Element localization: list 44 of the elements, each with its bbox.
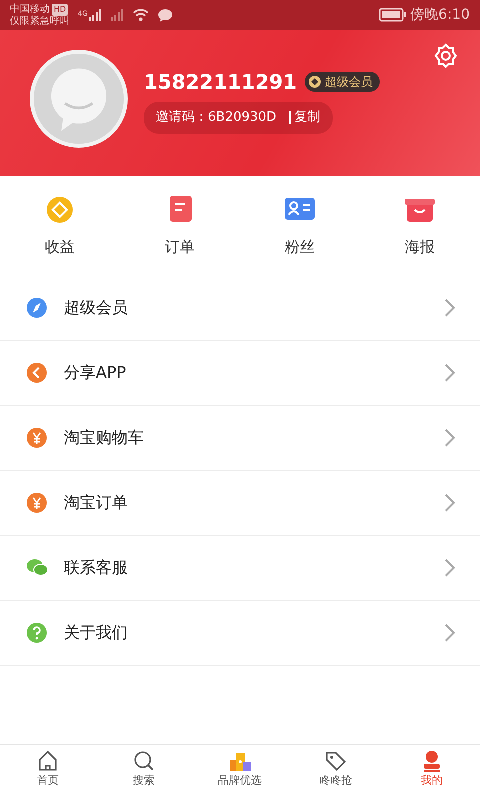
no-signal-icon [110,9,124,21]
menu-item[interactable]: 关于我们 [0,601,480,666]
yen-icon [26,492,50,514]
phone-number: 15822111291 [144,70,298,94]
yen-icon [26,427,50,449]
emergency-calls-text: 仅限紧急呼叫 [10,16,70,26]
menu-item[interactable]: 分享APP [0,341,480,406]
menu-item[interactable]: 淘宝购物车 [0,406,480,471]
search-icon [132,749,156,773]
chevron-right-icon [444,298,456,318]
menu-item[interactable]: 淘宝订单 [0,471,480,536]
shortcut-button[interactable]: 粉丝 [260,194,340,276]
chevron-right-icon [444,623,456,643]
member-badge: 超级会员 [305,72,380,92]
copy-link[interactable]: 复制 [294,108,321,128]
carrier-name: 中国移动 [10,4,50,15]
shortcut-button[interactable]: 订单 [140,194,220,276]
message-icon [158,8,173,22]
battery-icon [378,8,407,22]
tab-item[interactable]: 首页 [8,745,88,800]
chevron-right-icon [444,428,456,448]
hd-badge: HD [52,4,68,16]
tab-item[interactable]: 搜索 [104,745,184,800]
share-icon [26,362,50,384]
settings-icon[interactable] [433,43,459,69]
wifi-icon [132,8,150,22]
menu-item[interactable]: 超级会员 [0,276,480,341]
chevron-right-icon [444,363,456,383]
chevron-right-icon [444,558,456,578]
help-icon [26,622,50,644]
chevron-right-icon [444,493,456,513]
signal-icon [88,9,102,21]
home-icon [36,749,60,773]
invite-code: 邀请码：6B20930D [156,109,277,127]
menu-item[interactable]: 联系客服 [0,536,480,601]
clock-time: 傍晚6:10 [410,6,470,24]
shortcut-button[interactable]: 海报 [380,194,460,276]
diamond-icon [309,76,322,88]
tab-item[interactable]: 我的 [392,745,472,800]
compass-icon [26,297,50,319]
tab-item[interactable]: 咚咚抢 [296,745,376,800]
tab-item[interactable]: 品牌优选 [200,745,280,800]
shortcut-button[interactable]: 收益 [20,194,100,276]
tag-icon [324,749,348,773]
